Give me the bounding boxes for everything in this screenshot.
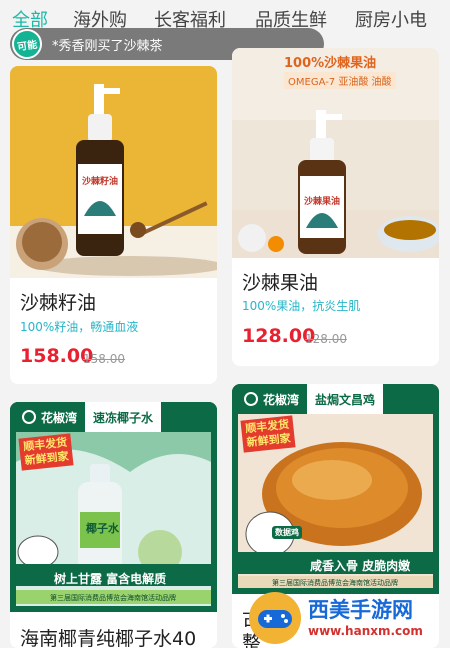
product-title[interactable]: 沙棘籽油 [20, 288, 96, 315]
brand-logo-icon [244, 392, 258, 406]
chicken-slogan: 咸香入骨 皮脆肉嫩 [310, 559, 411, 573]
gamepad-logo-icon [249, 592, 301, 644]
coconut-brand-banner: 花椒湾 速冻椰子水 [10, 402, 217, 432]
product-card-fruit-oil[interactable]: 100%沙棘果油 OMEGA-7 亚油酸 油酸 沙棘果油 沙棘果油 100%果油… [232, 48, 439, 366]
shipping-badge: 顺丰发货 新鲜到家 [18, 433, 74, 471]
product-original-price: 128.00 [305, 332, 347, 346]
mascot-tag: 数据鸡 [272, 526, 302, 539]
seed-oil-bottle-label: 沙棘籽油 [82, 177, 119, 187]
product-title[interactable]: 海南椰青纯椰子水40 [20, 624, 196, 648]
coconut-bottle-label: 椰子水 [86, 522, 119, 535]
fruit-oil-subline: OMEGA-7 亚油酸 油酸 [284, 72, 396, 89]
coconut-footer: 第三届国际消费品博览会海南馆活动品牌 [50, 594, 176, 602]
product-title[interactable]: 沙棘果油 [242, 268, 318, 295]
product-image-coconut-water[interactable]: 花椒湾 速冻椰子水 顺丰发货 新鲜到家 椰子水 树上甘露 富含电解质 第三届国际… [10, 402, 217, 612]
brand-name: 花椒湾 [41, 410, 78, 425]
tab-kitchen-appliances[interactable]: 厨房小电 [355, 6, 427, 32]
product-subtitle: 100%果油，抗炎生肌 [242, 299, 361, 313]
fruit-oil-headline: 100%沙棘果油 [284, 56, 377, 71]
product-original-price: 158.00 [83, 352, 125, 366]
coconut-slogan: 树上甘露 富含电解质 [54, 572, 167, 586]
product-image-fruit-oil[interactable]: 100%沙棘果油 OMEGA-7 亚油酸 油酸 沙棘果油 [232, 48, 439, 258]
site-watermark: 西美手游网 www.hanxm.com [246, 590, 450, 648]
product-image-seed-oil[interactable]: 沙棘籽油 [10, 66, 217, 278]
toast-badge-icon: 可能 [10, 27, 44, 61]
brand-logo-icon [22, 410, 36, 424]
banner-tag: 盐焗文昌鸡 [307, 384, 384, 414]
product-card-coconut-water[interactable]: 花椒湾 速冻椰子水 顺丰发货 新鲜到家 椰子水 树上甘露 富含电解质 第三届国际… [10, 402, 217, 648]
watermark-title: 西美手游网 [308, 598, 413, 622]
product-card-seed-oil[interactable]: 沙棘籽油 沙棘籽油 100%籽油，畅通血液 158.00 158.00 [10, 66, 217, 384]
watermark-url: www.hanxm.com [308, 624, 423, 638]
chicken-brand-banner: 花椒湾 盐焗文昌鸡 [232, 384, 439, 414]
shipping-badge: 顺丰发货 新鲜到家 [240, 415, 296, 453]
fruit-oil-bottle-label: 沙棘果油 [304, 197, 341, 207]
banner-tag: 速冻椰子水 [85, 402, 162, 432]
product-subtitle: 100%籽油，畅通血液 [20, 320, 139, 334]
seed-oil-illustration [10, 66, 217, 278]
brand-name: 花椒湾 [263, 392, 300, 407]
chicken-footer: 第三届国际消费品博览会海南馆活动品牌 [272, 579, 398, 587]
product-image-salt-chicken[interactable]: 花椒湾 盐焗文昌鸡 顺丰发货 新鲜到家 数据鸡 咸香入骨 皮脆肉嫩 第三届国际消… [232, 384, 439, 594]
toast-text: *秀香刚买了沙棘茶 [52, 38, 163, 54]
